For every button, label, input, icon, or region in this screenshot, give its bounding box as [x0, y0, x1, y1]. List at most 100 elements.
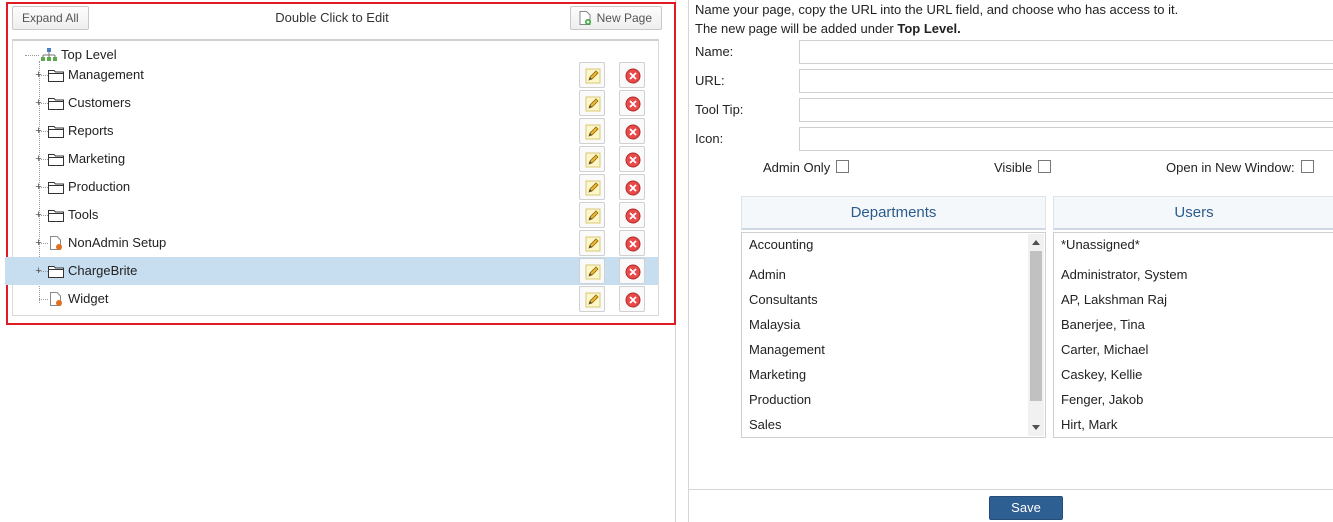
delete-button[interactable] [619, 174, 645, 200]
pencil-icon [585, 264, 601, 280]
page-tree: Top Level + Management + Customers + Reports +… [5, 39, 659, 316]
list-item[interactable]: *Unassigned* [1061, 237, 1140, 252]
admin-only-checkbox[interactable] [836, 160, 850, 173]
delete-icon [625, 68, 641, 84]
edit-button[interactable] [579, 118, 605, 144]
tree-node-nonadmin-setup[interactable]: + NonAdmin Setup [5, 229, 658, 257]
expand-toggle-icon[interactable]: + [34, 182, 43, 193]
edit-button[interactable] [579, 90, 605, 116]
delete-button[interactable] [619, 286, 645, 312]
folder-icon [48, 152, 64, 166]
sitemap-icon [41, 48, 57, 61]
name-field[interactable] [799, 40, 1333, 64]
visible-checkbox[interactable] [1038, 160, 1052, 173]
expand-toggle-icon[interactable]: + [34, 210, 43, 221]
list-item[interactable]: Malaysia [749, 317, 800, 332]
tooltip-field[interactable] [799, 98, 1333, 122]
departments-scrollbar[interactable] [1028, 234, 1044, 436]
tree-node-label: Tools [68, 207, 99, 222]
edit-button[interactable] [579, 230, 605, 256]
expand-toggle-icon[interactable]: + [34, 154, 43, 165]
list-item[interactable]: Admin [749, 267, 786, 282]
users-list[interactable]: *Unassigned* Administrator, System AP, Lak… [1053, 232, 1333, 438]
tree-node-widget[interactable]: Widget [5, 285, 658, 313]
tree-node-customers[interactable]: + Customers [5, 89, 658, 117]
tree-node-marketing[interactable]: + Marketing [5, 145, 658, 173]
list-item[interactable]: Banerjee, Tina [1061, 317, 1145, 332]
icon-field[interactable] [799, 127, 1333, 151]
new-window-checkbox[interactable] [1300, 160, 1314, 173]
icon-label: Icon: [695, 131, 724, 146]
edit-button[interactable] [579, 286, 605, 312]
edit-button[interactable] [579, 174, 605, 200]
delete-icon [625, 208, 641, 224]
admin-only-option: Admin Only [763, 160, 850, 175]
edit-button[interactable] [579, 202, 605, 228]
folder-icon [48, 180, 64, 194]
pencil-icon [585, 96, 601, 112]
page-tree-panel: Expand All Double Click to Edit New Page… [0, 0, 676, 522]
scroll-up-arrow-icon[interactable] [1032, 240, 1040, 245]
edit-button[interactable] [579, 258, 605, 284]
delete-icon [625, 264, 641, 280]
list-item[interactable]: Marketing [749, 367, 806, 382]
folder-icon [48, 96, 64, 110]
list-item[interactable]: Carter, Michael [1061, 342, 1148, 357]
users-header: Users [1053, 196, 1333, 230]
delete-icon [625, 96, 641, 112]
list-item[interactable]: Management [749, 342, 825, 357]
delete-button[interactable] [619, 230, 645, 256]
tree-node-tools[interactable]: + Tools [5, 201, 658, 229]
list-item[interactable]: Sales [749, 417, 782, 432]
expand-toggle-icon[interactable]: + [34, 266, 43, 277]
delete-button[interactable] [619, 62, 645, 88]
delete-button[interactable] [619, 202, 645, 228]
visible-option: Visible [994, 160, 1052, 175]
list-item[interactable]: AP, Lakshman Raj [1061, 292, 1167, 307]
parent-page-name: Top Level. [897, 21, 961, 36]
list-item[interactable]: Caskey, Kellie [1061, 367, 1142, 382]
expand-toggle-icon[interactable]: + [34, 70, 43, 81]
scroll-thumb[interactable] [1030, 251, 1042, 401]
delete-button[interactable] [619, 118, 645, 144]
tree-node-production[interactable]: + Production [5, 173, 658, 201]
new-page-button[interactable]: New Page [569, 6, 662, 30]
edit-button[interactable] [579, 62, 605, 88]
new-window-option: Open in New Window: [1166, 160, 1314, 175]
edit-button[interactable] [579, 146, 605, 172]
url-label: URL: [695, 73, 725, 88]
expand-toggle-icon[interactable]: + [34, 98, 43, 109]
tree-node-reports[interactable]: + Reports [5, 117, 658, 145]
tree-node-label: Marketing [68, 151, 126, 166]
save-button[interactable]: Save [989, 496, 1063, 520]
list-item[interactable]: Fenger, Jakob [1061, 392, 1143, 407]
delete-button[interactable] [619, 258, 645, 284]
new-page-icon [579, 11, 591, 25]
pencil-icon [585, 236, 601, 252]
tree-node-label: NonAdmin Setup [68, 235, 167, 250]
instructions-line-2: The new page will be added under Top Lev… [695, 21, 961, 36]
instructions-line-1: Name your page, copy the URL into the UR… [695, 2, 1179, 17]
departments-list[interactable]: Accounting Admin Consultants Malaysia Manage… [741, 232, 1046, 438]
list-item[interactable]: Production [749, 392, 811, 407]
instructions: Name your page, copy the URL into the UR… [695, 0, 1178, 38]
delete-button[interactable] [619, 90, 645, 116]
list-item[interactable]: Administrator, System [1061, 267, 1187, 282]
list-item[interactable]: Consultants [749, 292, 818, 307]
tree-node-label: ChargeBrite [68, 263, 138, 278]
expand-toggle-icon[interactable]: + [34, 126, 43, 137]
url-field[interactable] [799, 69, 1333, 93]
tree-node-management[interactable]: + Management [5, 61, 658, 89]
expand-toggle-icon[interactable]: + [34, 238, 43, 249]
expand-all-button[interactable]: Expand All [12, 6, 89, 30]
departments-header: Departments [741, 196, 1046, 230]
tree-node-chargebrite[interactable]: + ChargeBrite [5, 257, 658, 285]
page-details-panel: Name your page, copy the URL into the UR… [688, 0, 1333, 522]
tooltip-label: Tool Tip: [695, 102, 744, 117]
list-item[interactable]: Accounting [749, 237, 813, 252]
tree-node-label: Reports [68, 123, 114, 138]
delete-icon [625, 124, 641, 140]
list-item[interactable]: Hirt, Mark [1061, 417, 1117, 432]
scroll-down-arrow-icon[interactable] [1032, 425, 1040, 430]
delete-button[interactable] [619, 146, 645, 172]
